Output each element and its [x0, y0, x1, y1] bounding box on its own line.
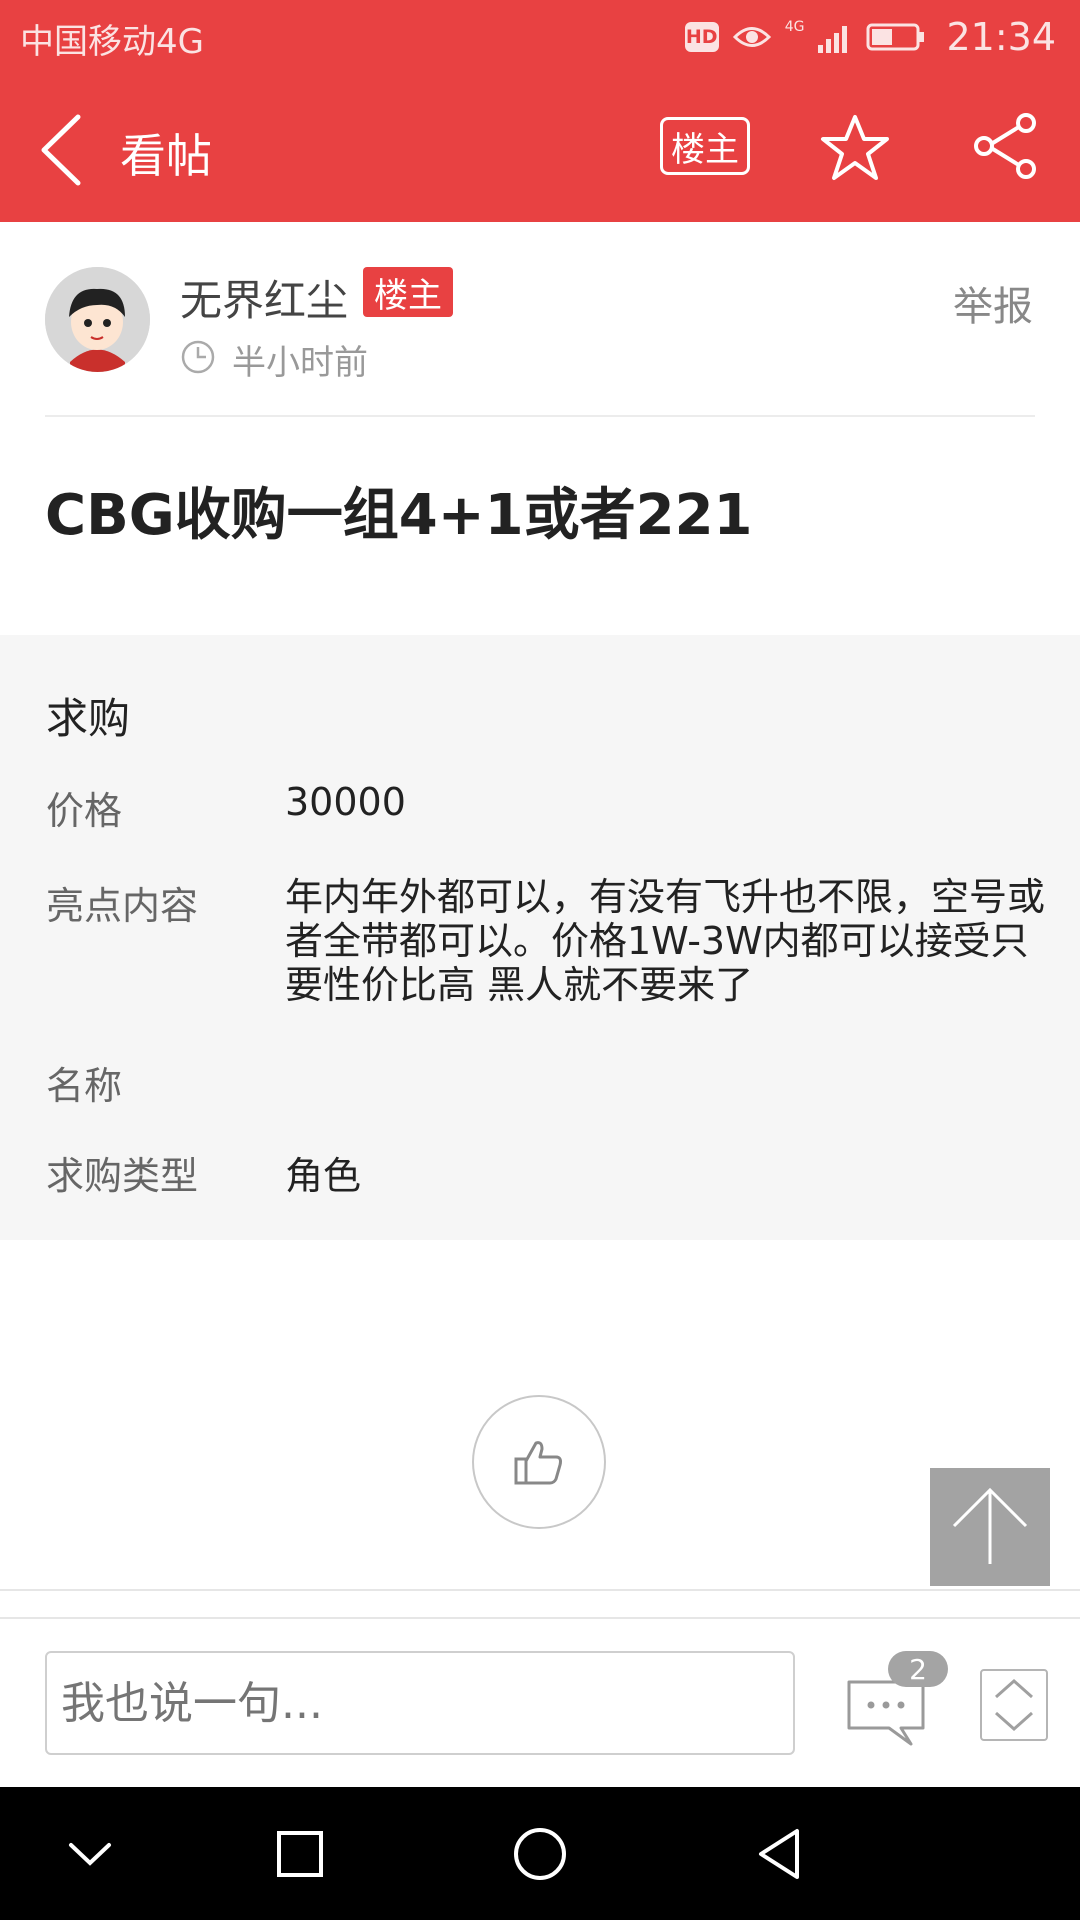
like-button[interactable]	[472, 1395, 606, 1529]
author-name[interactable]: 无界红尘	[180, 267, 348, 328]
only-owner-button[interactable]: 楼主	[660, 117, 750, 175]
arrow-up-icon	[952, 1487, 1028, 1564]
clock-time: 21:34	[946, 15, 1056, 59]
hd-icon: HD	[684, 22, 719, 52]
purchase-type-value: 角色	[285, 1154, 362, 1198]
signal-icon	[818, 26, 848, 53]
network-label: 4G	[784, 19, 805, 35]
back-to-top-button[interactable]	[930, 1468, 1050, 1586]
owner-badge: 楼主	[363, 267, 453, 317]
price-value: 30000	[285, 780, 406, 824]
highlights-label: 亮点内容	[46, 884, 199, 928]
author-header: 无界红尘 楼主 半小时前 举报	[0, 222, 1080, 417]
recents-icon[interactable]	[265, 1819, 335, 1889]
comment-input[interactable]	[45, 1651, 795, 1755]
system-nav-bar	[0, 1787, 1080, 1920]
price-label: 价格	[46, 789, 123, 833]
back-arrow-icon[interactable]	[30, 105, 100, 195]
highlights-value: 年内年外都可以，有没有飞升也不限，空号或者全带都可以。价格1W-3W内都可以接受…	[285, 875, 1046, 1007]
scroll-toggle-button[interactable]	[980, 1669, 1048, 1741]
carrier-label: 中国移动4G	[20, 22, 204, 62]
page-title: 看帖	[120, 129, 212, 183]
up-down-icon	[995, 1678, 1033, 1732]
status-bar: 中国移动4G HD 4G 21:34	[0, 0, 1080, 75]
divider	[0, 1589, 1080, 1591]
star-icon[interactable]	[820, 113, 890, 183]
nav-bar: 看帖 楼主	[0, 75, 1080, 222]
post-details: 求购 价格 30000 亮点内容 年内年外都可以，有没有飞升也不限，空号或者全带…	[0, 635, 1080, 1240]
thumbs-up-icon	[514, 1441, 562, 1485]
divider	[45, 415, 1035, 417]
eye-icon	[732, 27, 771, 47]
battery-icon	[866, 23, 925, 51]
name-label: 名称	[46, 1064, 123, 1108]
home-icon[interactable]	[505, 1819, 575, 1889]
details-heading: 求购	[46, 694, 131, 743]
avatar[interactable]	[45, 267, 150, 372]
clock-icon	[181, 340, 215, 374]
report-button[interactable]: 举报	[953, 274, 1033, 332]
post-title: CBG收购一组4+1或者221	[45, 483, 753, 548]
purchase-type-label: 求购类型	[46, 1154, 199, 1198]
status-icons: HD 4G 21:34	[684, 12, 1056, 62]
share-icon[interactable]	[970, 111, 1040, 181]
comment-bar: 2	[0, 1617, 1080, 1787]
chevron-down-icon[interactable]	[55, 1819, 125, 1889]
post-time: 半小时前	[232, 343, 368, 383]
comment-count-badge: 2	[888, 1651, 948, 1687]
back-triangle-icon[interactable]	[745, 1819, 815, 1889]
